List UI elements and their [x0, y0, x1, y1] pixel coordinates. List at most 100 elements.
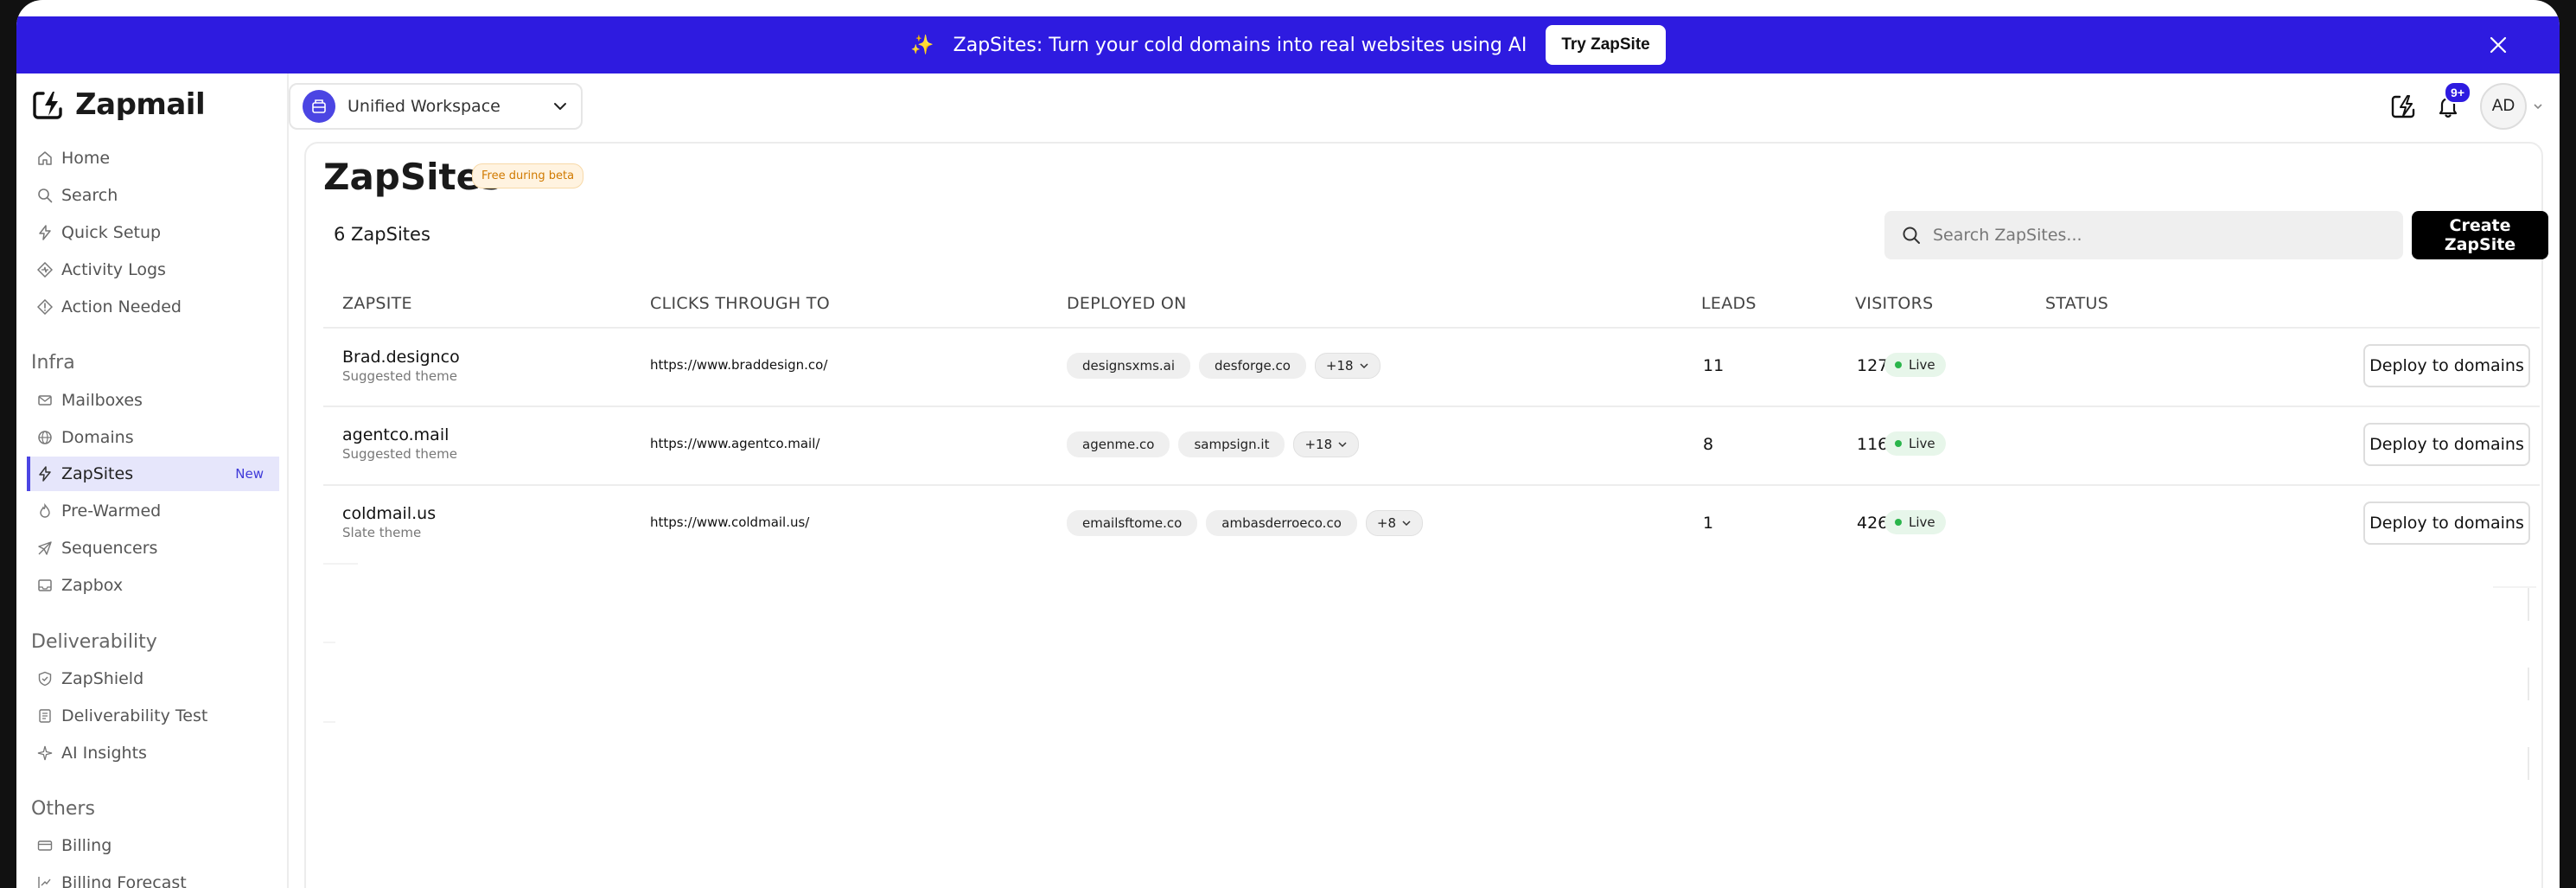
more-domains-dropdown[interactable]: +18: [1293, 431, 1360, 457]
flame-icon: [40, 503, 50, 518]
alert-icon: [37, 299, 53, 315]
zapsite-theme: Suggested theme: [342, 446, 457, 462]
sidebar-item-zapbox[interactable]: Zapbox: [27, 568, 279, 603]
zapsite-name[interactable]: agentco.mail: [342, 425, 457, 444]
sidebar-item-billing-forecast[interactable]: Billing Forecast: [27, 866, 279, 888]
zapsite-name-cell: coldmail.us Slate theme: [342, 504, 436, 540]
column-header-leads: LEADS: [1701, 294, 1757, 313]
domain-chip: designsxms.ai: [1067, 353, 1191, 379]
zapsite-name[interactable]: coldmail.us: [342, 504, 436, 523]
sidebar-item-label: Billing: [61, 836, 112, 855]
mailbox-icon: [38, 395, 52, 406]
workspace-switcher[interactable]: Unified Workspace: [289, 83, 583, 130]
home-icon: [38, 151, 52, 165]
announcement-banner: ✨ ZapSites: Turn your cold domains into …: [16, 16, 2560, 73]
chevron-down-icon: [1338, 442, 1347, 448]
test-icon: [39, 709, 51, 723]
sidebar-item-deliverability-test[interactable]: Deliverability Test: [27, 699, 279, 733]
sidebar-item-label: Quick Setup: [61, 223, 162, 242]
zapsite-count: 6 ZapSites: [334, 224, 430, 245]
more-domains-count: +18: [1325, 358, 1354, 374]
sidebar-item-label: Mailboxes: [61, 391, 143, 410]
placeholder-row-edge: [2528, 668, 2529, 700]
zapsite-name-cell: agentco.mail Suggested theme: [342, 425, 457, 462]
placeholder-row-edge: [2528, 588, 2529, 621]
sidebar-item-home[interactable]: Home: [27, 141, 279, 176]
chevron-down-icon: [1360, 363, 1368, 369]
domain-chip: sampsign.it: [1178, 431, 1285, 457]
notifications-button[interactable]: 9+: [2435, 81, 2471, 119]
sidebar-item-label: Action Needed: [61, 297, 182, 316]
status-label: Live: [1909, 357, 1935, 373]
brand-name: Zapmail: [75, 87, 206, 122]
row-divider: [323, 484, 2540, 486]
sidebar-item-activity-logs[interactable]: Activity Logs: [27, 252, 279, 287]
sidebar-item-domains[interactable]: Domains: [27, 420, 279, 455]
sidebar-item-mailboxes[interactable]: Mailboxes: [27, 383, 279, 418]
main-panel: ZapSites Free during beta 6 ZapSites Cre…: [304, 142, 2548, 888]
inbox-icon: [38, 579, 52, 591]
more-domains-dropdown[interactable]: +8: [1365, 510, 1424, 536]
new-badge: New: [235, 466, 264, 482]
status-label: Live: [1909, 514, 1935, 530]
chevron-down-icon[interactable]: [2532, 100, 2544, 112]
sidebar-item-zapsites[interactable]: ZapSites New: [27, 457, 279, 491]
search-box[interactable]: [1884, 211, 2403, 259]
avatar[interactable]: AD: [2480, 83, 2527, 130]
section-title-others: Others: [31, 798, 95, 820]
card-icon: [37, 840, 53, 851]
sidebar-divider: [287, 73, 289, 888]
domain-chip: agenme.co: [1067, 431, 1170, 457]
sidebar-item-label: Sequencers: [61, 539, 158, 558]
chart-icon: [38, 877, 51, 888]
sidebar-item-billing[interactable]: Billing: [27, 828, 279, 863]
domain-chip: desforge.co: [1199, 353, 1306, 379]
sidebar-item-quick-setup[interactable]: Quick Setup: [27, 215, 279, 250]
more-domains-count: +8: [1376, 515, 1397, 531]
sidebar-item-pre-warmed[interactable]: Pre-Warmed: [27, 494, 279, 528]
sidebar-item-search[interactable]: Search: [27, 178, 279, 213]
sidebar-item-zapshield[interactable]: ZapShield: [27, 661, 279, 696]
close-icon[interactable]: [2489, 35, 2508, 54]
clicks-through-url[interactable]: https://www.braddesign.co/: [650, 357, 827, 373]
deploy-to-domains-button[interactable]: Deploy to domains: [2363, 501, 2530, 545]
live-dot: [1895, 519, 1902, 526]
header-divider: [323, 327, 2540, 329]
more-domains-dropdown[interactable]: +18: [1314, 353, 1380, 379]
deployed-domains: designsxms.ai desforge.co +18: [1067, 353, 1380, 379]
clicks-through-url[interactable]: https://www.coldmail.us/: [650, 514, 809, 530]
sidebar-item-action-needed[interactable]: Action Needed: [27, 290, 279, 324]
column-header-deployed-on: DEPLOYED ON: [1067, 294, 1187, 313]
zapmail-logo-icon: [33, 92, 62, 119]
status-badge: Live: [1884, 510, 1946, 534]
visitors-value: 426: [1857, 514, 1889, 533]
status-label: Live: [1909, 436, 1935, 451]
leads-value: 1: [1703, 514, 1714, 533]
sparkle-icon: ✨: [910, 34, 934, 55]
status-badge: Live: [1884, 353, 1946, 377]
sidebar-item-label: Activity Logs: [61, 260, 166, 279]
search-input[interactable]: [1933, 226, 2365, 245]
sparkle-icon: [37, 745, 53, 761]
deploy-to-domains-button[interactable]: Deploy to domains: [2363, 344, 2530, 387]
deployed-domains: agenme.co sampsign.it +18: [1067, 431, 1360, 457]
placeholder-row-divider: [323, 721, 335, 723]
brand-logo[interactable]: Zapmail: [32, 87, 206, 122]
chevron-down-icon: [1402, 521, 1411, 527]
deploy-to-domains-button[interactable]: Deploy to domains: [2363, 423, 2530, 466]
clicks-through-url[interactable]: https://www.agentco.mail/: [650, 436, 819, 451]
sidebar-item-sequencers[interactable]: Sequencers: [27, 531, 279, 565]
zap-icon[interactable]: [2390, 93, 2416, 119]
zapsite-name[interactable]: Brad.designco: [342, 348, 460, 367]
placeholder-row-divider: [2493, 586, 2536, 588]
column-header-clicks-through-to: CLICKS THROUGH TO: [650, 294, 830, 313]
try-zapsite-button[interactable]: Try ZapSite: [1546, 25, 1666, 65]
search-icon: [38, 188, 53, 203]
create-zapsite-button[interactable]: Create ZapSite: [2412, 211, 2548, 259]
sidebar-item-ai-insights[interactable]: AI Insights: [27, 736, 279, 770]
globe-icon: [38, 431, 52, 444]
zapsite-name-cell: Brad.designco Suggested theme: [342, 348, 460, 384]
zapsite-theme: Suggested theme: [342, 368, 457, 384]
beta-badge: Free during beta: [472, 163, 584, 188]
sidebar-item-label: AI Insights: [61, 744, 147, 763]
